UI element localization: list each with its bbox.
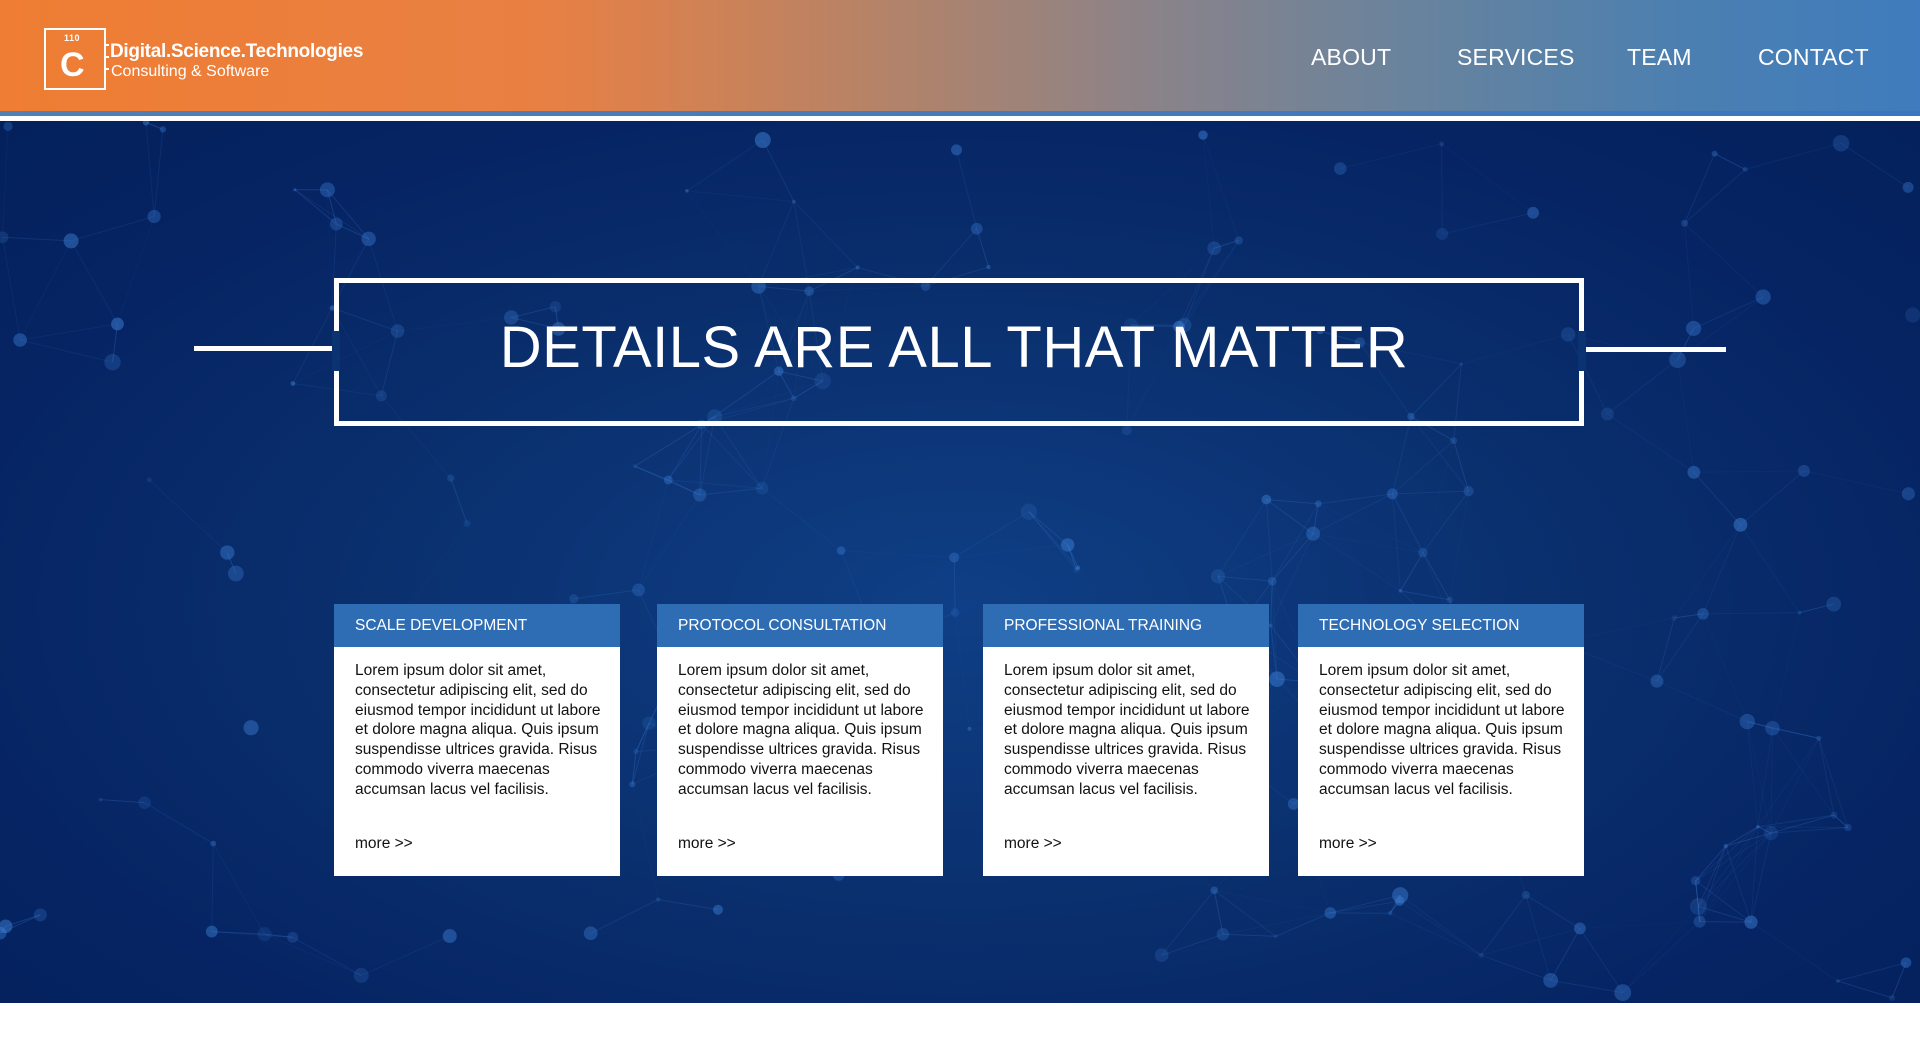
card-title: TECHNOLOGY SELECTION: [1298, 604, 1584, 647]
card-title: PROTOCOL CONSULTATION: [657, 604, 943, 647]
page: 110 C Digital.Science.Technologies Consu…: [0, 0, 1920, 1063]
nav-services[interactable]: SERVICES: [1457, 44, 1575, 71]
hero-title: DETAILS ARE ALL THAT MATTER: [499, 315, 1409, 380]
page-bottom-strip: [0, 1003, 1920, 1063]
brand-tagline: Consulting & Software: [111, 63, 270, 80]
service-card: PROFESSIONAL TRAINING Lorem ipsum dolor …: [983, 604, 1269, 876]
card-body: Lorem ipsum dolor sit amet, consectetur …: [355, 662, 601, 798]
logo-number: 110: [64, 33, 81, 43]
card-more-link[interactable]: more >>: [355, 835, 413, 853]
chip-pin-icon: [104, 68, 109, 70]
card-more-link[interactable]: more >>: [1004, 835, 1062, 853]
chip-pin-icon: [104, 44, 109, 46]
card-more-link[interactable]: more >>: [678, 835, 736, 853]
card-more-link[interactable]: more >>: [1319, 835, 1377, 853]
card-title: SCALE DEVELOPMENT: [334, 604, 620, 647]
brand-logo[interactable]: 110 C Digital.Science.Technologies Consu…: [44, 28, 364, 94]
card-body: Lorem ipsum dolor sit amet, consectetur …: [678, 662, 924, 798]
brand-name: Digital.Science.Technologies: [110, 41, 364, 62]
nav-team[interactable]: TEAM: [1627, 44, 1692, 71]
card-body: Lorem ipsum dolor sit amet, consectetur …: [1004, 662, 1250, 798]
nav-about[interactable]: ABOUT: [1311, 44, 1391, 71]
frame-right-gap: [1578, 331, 1586, 371]
service-card: PROTOCOL CONSULTATION Lorem ipsum dolor …: [657, 604, 943, 876]
card-title: PROFESSIONAL TRAINING: [983, 604, 1269, 647]
card-body: Lorem ipsum dolor sit amet, consectetur …: [1319, 662, 1565, 798]
hero-section: DETAILS ARE ALL THAT MATTER: [0, 121, 1920, 1003]
service-card: SCALE DEVELOPMENT Lorem ipsum dolor sit …: [334, 604, 620, 876]
network-constellation-background: [0, 121, 1920, 1002]
logo-letter: C: [60, 46, 85, 84]
frame-left-line: [194, 346, 336, 351]
frame-right-line: [1582, 347, 1726, 352]
service-card: TECHNOLOGY SELECTION Lorem ipsum dolor s…: [1298, 604, 1584, 876]
site-header: 110 C Digital.Science.Technologies Consu…: [0, 0, 1920, 116]
chip-pin-icon: [104, 56, 109, 58]
nav-contact[interactable]: CONTACT: [1758, 44, 1869, 71]
circuit-chip-logo-icon: 110 C: [44, 28, 109, 90]
